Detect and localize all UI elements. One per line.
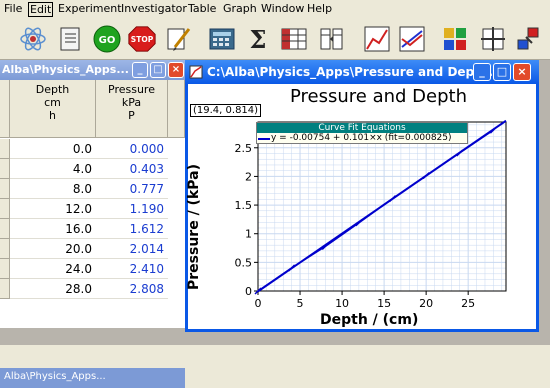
- chart-title: Pressure and Depth: [290, 86, 467, 107]
- row-header[interactable]: [0, 279, 10, 299]
- y-tick-label: 0: [245, 285, 252, 298]
- x-tick-label: 20: [419, 297, 433, 310]
- pressure-cell[interactable]: 2.410: [96, 259, 168, 279]
- column-header-depth[interactable]: Depth cm h: [10, 80, 96, 138]
- column-icon[interactable]: [317, 24, 347, 54]
- depth-cell[interactable]: 12.0: [10, 199, 96, 219]
- row-header[interactable]: [0, 219, 10, 239]
- row-header[interactable]: [0, 259, 10, 279]
- depth-cell[interactable]: 8.0: [10, 179, 96, 199]
- crosshair-icon[interactable]: [478, 24, 508, 54]
- coordinate-readout: (19.4, 0.814): [190, 104, 262, 117]
- depth-cell[interactable]: 16.0: [10, 219, 96, 239]
- pressure-cell[interactable]: 2.014: [96, 239, 168, 259]
- graph-window-titlebar[interactable]: C:\Alba\Physics_Apps\Pressure and Depth.…: [185, 60, 539, 84]
- menu-bar: File Edit Experiment Investigator Table …: [0, 0, 550, 18]
- menu-edit[interactable]: Edit: [28, 2, 54, 17]
- stop-button[interactable]: STOP: [127, 24, 157, 54]
- vertical-scrollbar[interactable]: [168, 80, 185, 138]
- y-tick-label: 1: [245, 228, 252, 241]
- column-name: Pressure: [108, 83, 155, 96]
- curve-fit-box[interactable]: Curve Fit Equations y = -0.00754 + 0.101…: [256, 122, 468, 144]
- row-header[interactable]: [0, 159, 10, 179]
- pressure-cell[interactable]: 2.808: [96, 279, 168, 299]
- x-tick-label: 5: [297, 297, 304, 310]
- notebook-icon[interactable]: [55, 24, 85, 54]
- column-name: Depth: [35, 83, 70, 96]
- column-symbol: h: [49, 109, 56, 122]
- pressure-cell[interactable]: 1.612: [96, 219, 168, 239]
- go-label: GO: [99, 35, 116, 46]
- y-tick-label: 2: [245, 170, 252, 183]
- go-button[interactable]: GO: [92, 24, 122, 54]
- column-unit: cm: [44, 96, 61, 109]
- row-header[interactable]: [0, 179, 10, 199]
- graph2-icon[interactable]: [397, 24, 427, 54]
- column-unit: kPa: [121, 96, 142, 109]
- pressure-cell[interactable]: 0.000: [96, 139, 168, 159]
- svg-text:Σ: Σ: [250, 25, 267, 53]
- toolbar: GO STOP Σ: [0, 18, 550, 60]
- depth-cell[interactable]: 28.0: [10, 279, 96, 299]
- menu-investigator[interactable]: Investigator: [121, 2, 187, 15]
- column-header-pressure[interactable]: Pressure kPa P: [96, 80, 168, 138]
- fit-line-legend-icon: [258, 138, 270, 140]
- minimized-window[interactable]: Alba\Physics_Apps...: [0, 368, 185, 388]
- table-window: Alba\Physics_Apps... _ □ × Depth cm h Pr…: [0, 60, 185, 388]
- minimize-button[interactable]: _: [132, 62, 148, 78]
- y-tick-label: 0.5: [235, 256, 253, 269]
- column-symbol: P: [128, 109, 135, 122]
- stop-label: STOP: [131, 35, 154, 44]
- menu-help[interactable]: Help: [307, 2, 332, 15]
- pressure-cell[interactable]: 0.403: [96, 159, 168, 179]
- row-header-corner: [0, 80, 10, 138]
- data-icon[interactable]: [440, 24, 470, 54]
- curve-fit-header: Curve Fit Equations: [257, 123, 467, 133]
- x-tick-label: 0: [255, 297, 262, 310]
- menu-file[interactable]: File: [4, 2, 22, 15]
- row-header[interactable]: [0, 139, 10, 159]
- graph-window-icon: [189, 65, 203, 79]
- graph-close-button[interactable]: ×: [513, 63, 531, 81]
- x-tick-label: 15: [377, 297, 391, 310]
- y-axis-label: Pressure / (kPa): [186, 164, 202, 290]
- menu-table[interactable]: Table: [188, 2, 216, 15]
- table-window-title: Alba\Physics_Apps...: [2, 63, 129, 76]
- graph-icon[interactable]: [362, 24, 392, 54]
- table-icon[interactable]: [279, 24, 309, 54]
- menu-window[interactable]: Window: [261, 2, 304, 15]
- menu-experiment[interactable]: Experiment: [58, 2, 122, 15]
- depth-cell[interactable]: 4.0: [10, 159, 96, 179]
- graph-window-title: C:\Alba\Physics_Apps\Pressure and Depth.…: [207, 65, 503, 79]
- graph-minimize-button[interactable]: _: [473, 63, 491, 81]
- depth-cell[interactable]: 0.0: [10, 139, 96, 159]
- depth-cell[interactable]: 24.0: [10, 259, 96, 279]
- maximize-button[interactable]: □: [150, 62, 166, 78]
- close-button[interactable]: ×: [168, 62, 184, 78]
- row-header[interactable]: [0, 199, 10, 219]
- table-window-titlebar[interactable]: Alba\Physics_Apps... _ □ ×: [0, 60, 185, 80]
- menu-graph[interactable]: Graph: [223, 2, 257, 15]
- graph-maximize-button[interactable]: □: [493, 63, 511, 81]
- pressure-cell[interactable]: 1.190: [96, 199, 168, 219]
- minimized-window-title: Alba\Physics_Apps...: [4, 371, 106, 382]
- x-tick-label: 10: [335, 297, 349, 310]
- y-tick-label: 1.5: [235, 199, 253, 212]
- depth-cell[interactable]: 20.0: [10, 239, 96, 259]
- arrange-icon[interactable]: [514, 24, 544, 54]
- curve-fit-equation-text: y = -0.00754 + 0.101×x (fit=0.000825): [271, 133, 452, 143]
- x-tick-label: 25: [461, 297, 475, 310]
- keypad-icon[interactable]: [207, 24, 237, 54]
- pencil-icon[interactable]: [164, 24, 194, 54]
- atom-icon[interactable]: [18, 24, 48, 54]
- pressure-cell[interactable]: 0.777: [96, 179, 168, 199]
- row-header[interactable]: [0, 239, 10, 259]
- x-axis-label: Depth / (cm): [320, 312, 419, 328]
- y-tick-label: 2.5: [235, 142, 253, 155]
- curve-fit-equation: y = -0.00754 + 0.101×x (fit=0.000825): [257, 133, 467, 144]
- sigma-icon[interactable]: Σ: [243, 24, 273, 54]
